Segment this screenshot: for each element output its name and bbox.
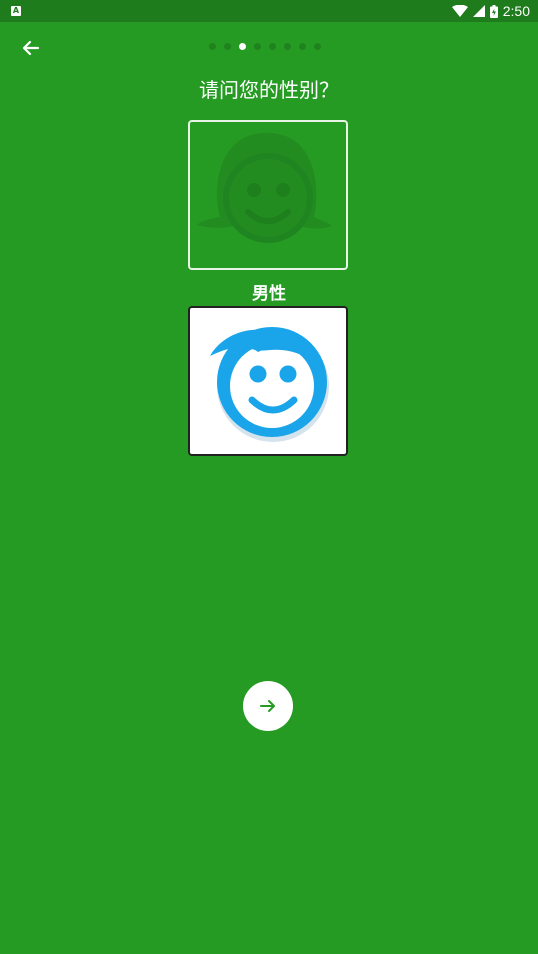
- arrow-right-icon: [260, 700, 275, 712]
- page-dot: [314, 43, 321, 50]
- page-dot-active: [239, 43, 246, 50]
- male-option-label[interactable]: 男性: [188, 279, 350, 304]
- battery-icon: [489, 4, 498, 18]
- page-indicator: [209, 43, 321, 50]
- arrow-left-icon: [22, 40, 40, 56]
- page-dot: [254, 43, 261, 50]
- page-dot: [299, 43, 306, 50]
- notification-icon: A: [11, 6, 21, 16]
- page-dot: [209, 43, 216, 50]
- male-option-card[interactable]: [188, 306, 348, 456]
- status-bar: A 2:50: [0, 0, 538, 22]
- next-button[interactable]: [243, 681, 293, 731]
- status-time: 2:50: [502, 3, 530, 19]
- back-button[interactable]: [18, 35, 44, 61]
- male-face-icon: [210, 327, 329, 442]
- page-dot: [224, 43, 231, 50]
- status-icons: 2:50: [451, 0, 530, 22]
- page-title: 请问您的性别？: [199, 78, 339, 102]
- page-dot: [284, 43, 291, 50]
- cell-signal-icon: [472, 5, 485, 17]
- female-option-card[interactable]: [188, 120, 348, 270]
- page-dot: [269, 43, 276, 50]
- wifi-icon: [451, 5, 468, 17]
- female-face-icon: [196, 132, 332, 243]
